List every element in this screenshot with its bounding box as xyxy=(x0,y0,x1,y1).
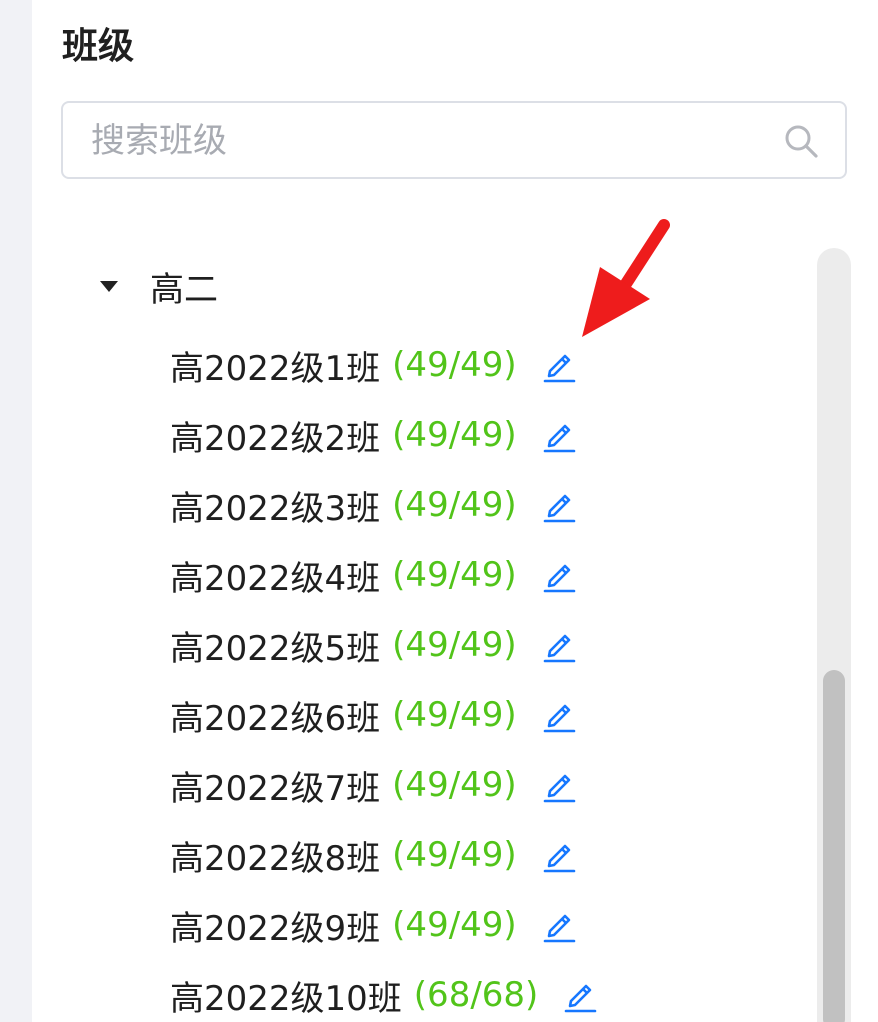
class-count: (49/49) xyxy=(392,625,517,665)
edit-icon[interactable] xyxy=(541,487,577,523)
search-input[interactable] xyxy=(89,103,773,179)
class-count: (49/49) xyxy=(392,555,517,595)
edit-icon[interactable] xyxy=(541,767,577,803)
caret-down-icon[interactable] xyxy=(100,280,118,292)
group-label: 高二 xyxy=(150,269,218,310)
class-count: (68/68) xyxy=(413,975,539,1015)
tree-group-gaoer[interactable]: 高二 xyxy=(100,264,218,310)
edit-icon[interactable] xyxy=(541,907,577,943)
class-count: (49/49) xyxy=(392,415,517,455)
class-name: 高2022级1班 xyxy=(170,348,381,389)
class-name: 高2022级10班 xyxy=(170,978,402,1019)
class-name: 高2022级7班 xyxy=(170,768,381,809)
class-item[interactable]: 高2022级8班 (49/49) xyxy=(170,820,598,890)
edit-icon[interactable] xyxy=(541,837,577,873)
class-item[interactable]: 高2022级4班 (49/49) xyxy=(170,540,598,610)
class-count: (49/49) xyxy=(392,835,517,875)
search-box[interactable] xyxy=(61,101,847,179)
class-name: 高2022级9班 xyxy=(170,908,381,949)
class-name: 高2022级4班 xyxy=(170,558,381,599)
class-name: 高2022级5班 xyxy=(170,628,381,669)
class-item[interactable]: 高2022级7班 (49/49) xyxy=(170,750,598,820)
panel-title: 班级 xyxy=(62,26,135,67)
class-count: (49/49) xyxy=(392,485,517,525)
class-name: 高2022级8班 xyxy=(170,838,381,879)
edit-icon[interactable] xyxy=(541,347,577,383)
class-item[interactable]: 高2022级9班 (49/49) xyxy=(170,890,598,960)
class-list: 高2022级1班 (49/49) 高2022级2班 (49/49) 高2022级3班 (4… xyxy=(170,330,598,1022)
edit-icon[interactable] xyxy=(541,697,577,733)
class-name: 高2022级3班 xyxy=(170,488,381,529)
class-item[interactable]: 高2022级2班 (49/49) xyxy=(170,400,598,470)
class-count: (49/49) xyxy=(392,765,517,805)
class-count: (49/49) xyxy=(392,345,517,385)
edit-icon[interactable] xyxy=(541,627,577,663)
class-count: (49/49) xyxy=(392,695,517,735)
class-name: 高2022级6班 xyxy=(170,698,381,739)
class-item[interactable]: 高2022级6班 (49/49) xyxy=(170,680,598,750)
class-panel: 班级 高二 高2022级1班(49/49)高2022级2班(49/49)高202… xyxy=(32,0,878,1022)
search-icon[interactable] xyxy=(783,123,819,159)
class-item[interactable]: 高2022级3班 (49/49) xyxy=(170,470,598,540)
edit-icon[interactable] xyxy=(541,417,577,453)
red-arrow-icon xyxy=(582,219,670,337)
edit-icon[interactable] xyxy=(562,977,598,1013)
edit-icon[interactable] xyxy=(541,557,577,593)
class-item[interactable]: 高2022级5班 (49/49) xyxy=(170,610,598,680)
class-count: (49/49) xyxy=(392,905,517,945)
scrollbar-thumb[interactable] xyxy=(823,670,845,1022)
class-item[interactable]: 高2022级1班 (49/49) xyxy=(170,330,598,400)
class-item[interactable]: 高2022级10班 (68/68) xyxy=(170,960,598,1022)
class-name: 高2022级2班 xyxy=(170,418,381,459)
